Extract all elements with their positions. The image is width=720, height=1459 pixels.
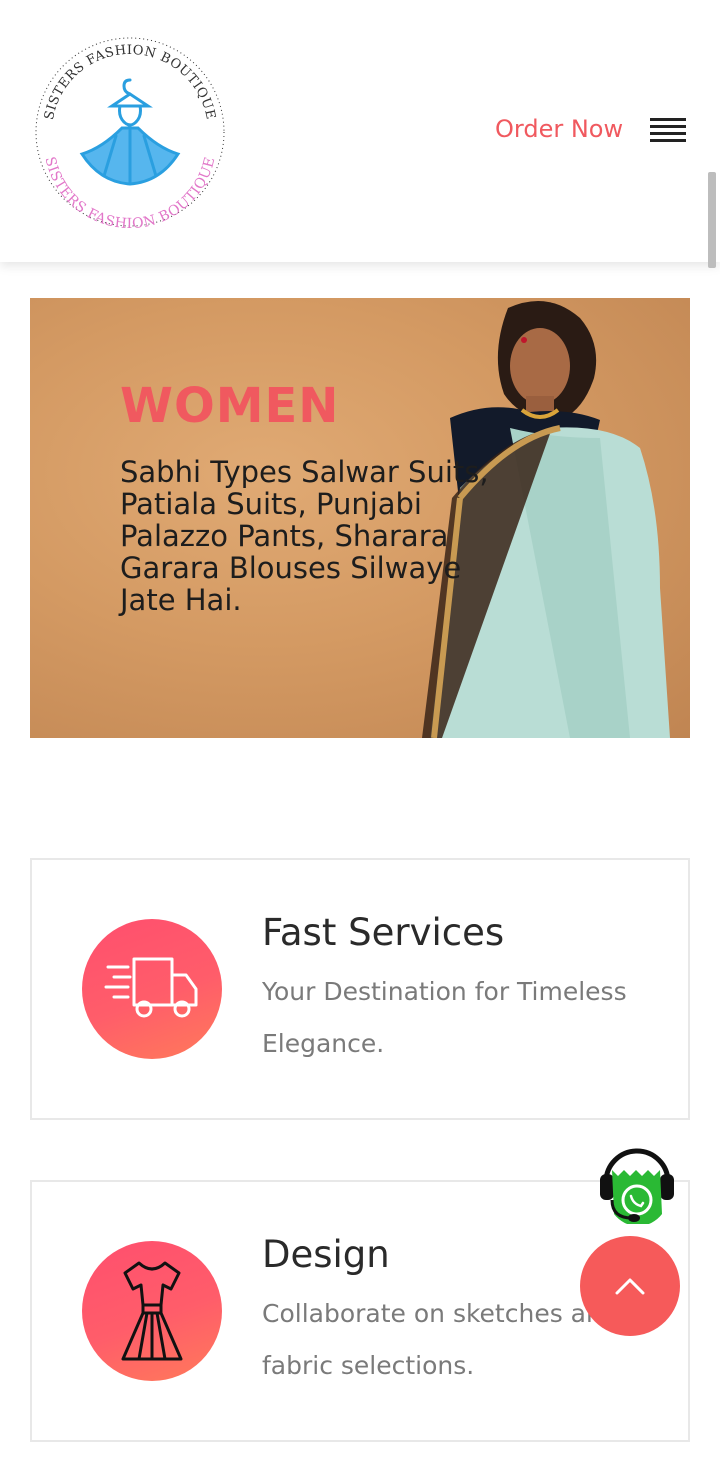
hamburger-line xyxy=(650,125,686,128)
scroll-to-top-button[interactable] xyxy=(580,1236,680,1336)
banner-heading: WOMEN xyxy=(120,378,340,434)
site-header: SISTERS FASHION BOUTIQUE SISTERS FASHION… xyxy=(0,0,720,262)
hamburger-line xyxy=(650,139,686,142)
women-banner: WOMEN Sabhi Types Salwar Suits, Patiala … xyxy=(30,298,690,738)
order-now-link[interactable]: Order Now xyxy=(495,112,623,146)
whatsapp-support-icon[interactable] xyxy=(596,1140,678,1224)
feature-title: Design xyxy=(262,1233,390,1276)
feature-icon-circle xyxy=(82,919,222,1059)
svg-text:SISTERS FASHION BOUTIQUE: SISTERS FASHION BOUTIQUE xyxy=(42,43,218,121)
brand-logo[interactable]: SISTERS FASHION BOUTIQUE SISTERS FASHION… xyxy=(30,32,230,232)
page-scrollbar[interactable] xyxy=(708,172,716,268)
hamburger-line xyxy=(650,118,686,121)
feature-icon-circle xyxy=(82,1241,222,1381)
dress-icon xyxy=(121,1261,183,1361)
hamburger-line xyxy=(650,132,686,135)
feature-title: Fast Services xyxy=(262,911,505,954)
feature-description: Your Destination for Timeless Elegance. xyxy=(262,977,627,1058)
chevron-up-icon xyxy=(615,1278,645,1295)
feature-card-fast-services: Fast Services Your Destination for Timel… xyxy=(30,858,690,1120)
hamburger-icon[interactable] xyxy=(650,118,686,144)
banner-description: Sabhi Types Salwar Suits, Patiala Suits,… xyxy=(120,455,489,617)
delivery-truck-icon xyxy=(104,957,198,1018)
